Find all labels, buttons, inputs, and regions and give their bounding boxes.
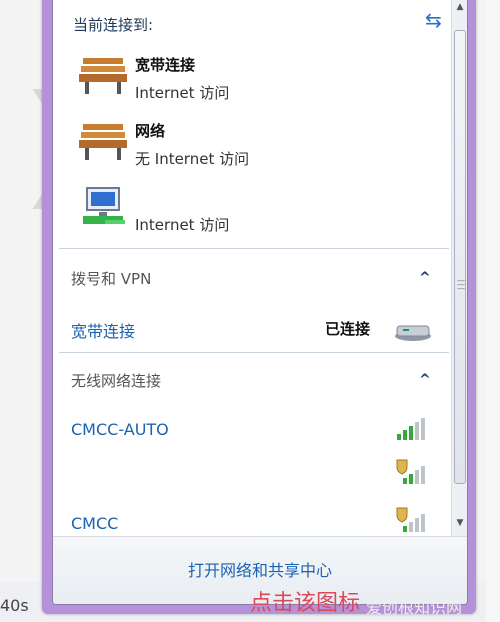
divider — [59, 352, 449, 353]
scroll-down-arrow-icon[interactable]: ▼ — [452, 514, 467, 532]
network-list: 当前连接到: ⇆ 宽带连接 Internet 访问 网络 无 Internet … — [53, 0, 450, 536]
network-sharing-center-link[interactable]: 打开网络和共享中心 — [53, 557, 467, 581]
scrollbar-thumb[interactable]: — — — — [454, 30, 466, 484]
wireless-collapse-icon[interactable]: ^ — [419, 372, 431, 388]
network-flyout-inner: 当前连接到: ⇆ 宽带连接 Internet 访问 网络 无 Internet … — [52, 0, 468, 605]
connection-name: 宽带连接 — [135, 56, 196, 74]
background-right-edge — [486, 0, 500, 622]
connection-status: Internet 访问 — [135, 84, 230, 102]
network-flyout: 当前连接到: ⇆ 宽带连接 Internet 访问 网络 无 Internet … — [42, 0, 476, 614]
modem-icon — [393, 318, 433, 346]
wifi-signal-icon — [395, 414, 433, 442]
scrollbar[interactable]: ▲ — — — ▼ — [451, 0, 467, 536]
watermark-text: 爱创根知识网 — [366, 598, 463, 617]
connection-name: 网络 — [135, 122, 166, 140]
dialup-connection-item[interactable]: 宽带连接 — [71, 318, 135, 342]
computer-network-icon — [77, 186, 129, 228]
refresh-icon[interactable]: ⇆ — [425, 8, 442, 32]
dialup-collapse-icon[interactable]: ^ — [419, 270, 431, 286]
connection-status: 无 Internet 访问 — [135, 150, 250, 168]
divider — [59, 248, 449, 249]
network-bench-icon — [77, 120, 129, 162]
connected-to-title: 当前连接到: — [73, 16, 154, 34]
annotation-text: 点击该图标 — [250, 591, 361, 616]
dialup-section-title: 拨号和 VPN — [71, 270, 152, 288]
wifi-signal-icon — [395, 458, 433, 486]
dialup-connection-status: 已连接 — [325, 320, 371, 338]
connection-status: Internet 访问 — [135, 216, 230, 234]
background-time-fragment: 40s — [0, 596, 29, 615]
wifi-signal-icon — [395, 506, 433, 534]
wireless-network-item[interactable]: CMCC-AUTO — [71, 420, 169, 439]
network-bench-icon — [77, 54, 129, 96]
wireless-section-title: 无线网络连接 — [71, 372, 162, 390]
wireless-network-item[interactable]: CMCC — [71, 514, 118, 533]
scrollbar-grip: — — — — [457, 276, 465, 293]
scroll-up-arrow-icon[interactable]: ▲ — [452, 0, 467, 16]
